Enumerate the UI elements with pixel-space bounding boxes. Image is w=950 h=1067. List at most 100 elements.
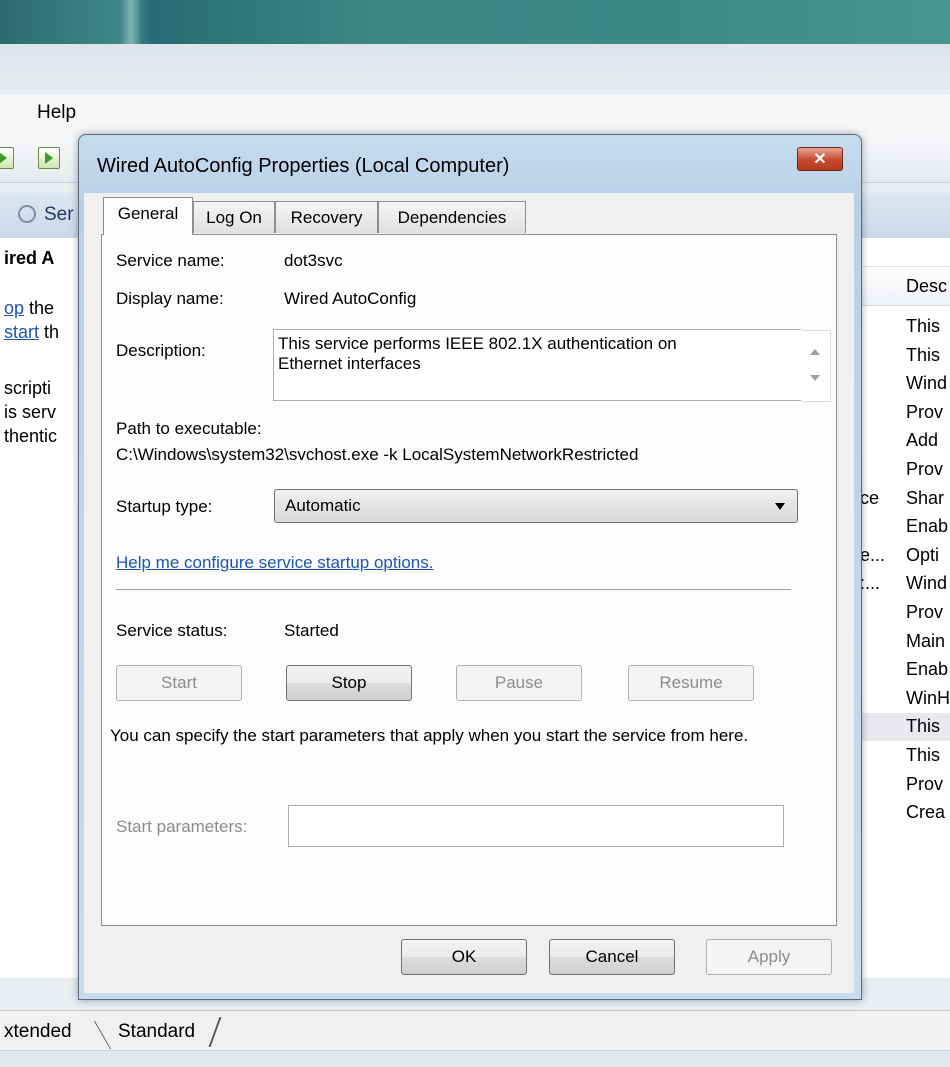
- apply-button[interactable]: Apply: [706, 939, 832, 975]
- status-bar: [0, 1050, 950, 1067]
- service-row-description: Add: [906, 430, 939, 451]
- tab-log-on[interactable]: Log On: [193, 201, 275, 233]
- service-row[interactable]: Prov: [860, 402, 950, 428]
- toolbar-icon-partial[interactable]: [0, 147, 14, 169]
- close-icon: ✕: [813, 151, 827, 168]
- tab-general[interactable]: General: [103, 197, 193, 235]
- left-description-pane: ired A op the start th scripti is serv t…: [0, 238, 80, 978]
- service-row[interactable]: This: [860, 345, 950, 371]
- service-row-description: Main: [906, 630, 946, 651]
- dialog-title: Wired AutoConfig Properties (Local Compu…: [97, 155, 510, 177]
- tab-standard[interactable]: Standard: [118, 1021, 195, 1043]
- service-row[interactable]: This: [860, 745, 950, 771]
- services-icon: [18, 205, 36, 223]
- service-row[interactable]: This: [860, 716, 950, 742]
- service-row[interactable]: Crea: [860, 802, 950, 828]
- service-row-fragment: e...: [860, 544, 886, 565]
- service-row[interactable]: Main: [860, 631, 950, 657]
- ok-button[interactable]: OK: [401, 939, 527, 975]
- service-row-description: Prov: [906, 401, 944, 422]
- service-row[interactable]: Enab: [860, 659, 950, 685]
- close-button[interactable]: ✕: [797, 147, 843, 171]
- left-desc-line-2: is serv: [4, 402, 57, 422]
- service-status-label: Service status:: [116, 621, 228, 640]
- path-label: Path to executable:: [116, 419, 262, 438]
- menu-bar: Help: [0, 94, 950, 135]
- description-column-header[interactable]: Desc: [860, 266, 950, 306]
- cancel-button[interactable]: Cancel: [549, 939, 675, 975]
- start-service-link[interactable]: start: [4, 322, 39, 342]
- description-column-label: Desc: [906, 276, 948, 296]
- description-textbox[interactable]: This service performs IEEE 802.1X authen…: [273, 329, 831, 402]
- service-row-description: Wind: [906, 373, 948, 394]
- export-list-icon[interactable]: [38, 147, 60, 169]
- service-row-description: This: [906, 316, 941, 336]
- service-row-description: This: [906, 745, 941, 765]
- menu-help[interactable]: Help: [37, 102, 76, 124]
- service-row-description: Opti: [906, 544, 940, 565]
- tab-recovery[interactable]: Recovery: [275, 201, 378, 233]
- stop-service-line: op the: [4, 298, 54, 319]
- separator: [116, 589, 791, 590]
- description-label: Description:: [116, 341, 206, 360]
- resume-button[interactable]: Resume: [628, 665, 754, 701]
- service-row-description: Shar: [906, 487, 945, 508]
- path-value: C:\Windows\system32\svchost.exe -k Local…: [116, 445, 639, 464]
- service-row[interactable]: WinH: [860, 688, 950, 714]
- help-configure-link[interactable]: Help me configure service startup option…: [116, 553, 434, 573]
- service-row-description: Crea: [906, 802, 946, 823]
- service-status-value: Started: [284, 621, 339, 640]
- stop-service-link[interactable]: op: [4, 298, 24, 318]
- service-row[interactable]: Prov: [860, 459, 950, 485]
- tab-separator-end: [208, 1017, 222, 1047]
- left-pane-heading: ired A: [4, 248, 55, 268]
- service-row-description: Enab: [906, 516, 949, 537]
- services-list-pane: Desc This This Wind Prov Add Prov ce Shar Enab e.…: [860, 238, 950, 978]
- service-row[interactable]: Prov: [860, 602, 950, 628]
- background-window-frame: [0, 44, 950, 94]
- start-params-input[interactable]: [288, 805, 784, 847]
- service-row[interactable]: ce Shar: [860, 488, 950, 514]
- titlebar-shine: [120, 0, 142, 44]
- service-row[interactable]: Prov: [860, 774, 950, 800]
- tab-extended[interactable]: xtended: [4, 1021, 72, 1043]
- service-row[interactable]: e... Opti: [860, 545, 950, 571]
- dialog-body: General Log On Recovery Dependencies Ser…: [84, 193, 854, 993]
- startup-type-value: Automatic: [285, 496, 361, 515]
- startup-type-dropdown[interactable]: Automatic: [274, 489, 798, 523]
- startup-type-label: Startup type:: [116, 497, 213, 516]
- display-name-value: Wired AutoConfig: [284, 289, 417, 308]
- start-service-line: start th: [4, 322, 59, 343]
- scroll-down-arrow-icon[interactable]: [810, 375, 820, 381]
- service-row-description: This: [906, 716, 941, 737]
- left-desc-line-3: thentic: [4, 426, 58, 446]
- tab-dependencies[interactable]: Dependencies: [378, 201, 526, 233]
- service-row-description: Prov: [906, 602, 944, 622]
- service-row[interactable]: :... Wind: [860, 573, 950, 599]
- service-row-description: This: [906, 344, 941, 365]
- service-row-description: Prov: [906, 459, 944, 479]
- description-text: This service performs IEEE 802.1X authen…: [278, 334, 677, 373]
- service-row-description: Wind: [906, 573, 948, 594]
- background-window-titlebar: [0, 0, 950, 44]
- pause-button[interactable]: Pause: [456, 665, 582, 701]
- services-header-label: Ser: [44, 204, 74, 225]
- service-row-fragment: :...: [860, 573, 881, 594]
- service-row-description: Enab: [906, 659, 949, 680]
- left-desc-line-1: scripti: [4, 378, 52, 398]
- service-row-description: WinH: [906, 687, 950, 708]
- stop-service-text: the: [24, 298, 55, 318]
- description-scrollbar[interactable]: [802, 330, 831, 402]
- service-row[interactable]: Wind: [860, 373, 950, 399]
- service-row[interactable]: This: [860, 316, 950, 342]
- chevron-down-icon: [775, 503, 785, 510]
- service-row-fragment: ce: [860, 487, 880, 508]
- properties-dialog: Wired AutoConfig Properties (Local Compu…: [78, 134, 862, 1000]
- start-params-note: You can specify the start parameters tha…: [110, 726, 749, 745]
- service-row[interactable]: Enab: [860, 516, 950, 542]
- stop-button[interactable]: Stop: [286, 665, 412, 701]
- scroll-up-arrow-icon[interactable]: [810, 349, 820, 355]
- general-tab-panel: Service name: dot3svc Display name: Wire…: [101, 234, 837, 926]
- start-button[interactable]: Start: [116, 665, 242, 701]
- service-row[interactable]: Add: [860, 430, 950, 456]
